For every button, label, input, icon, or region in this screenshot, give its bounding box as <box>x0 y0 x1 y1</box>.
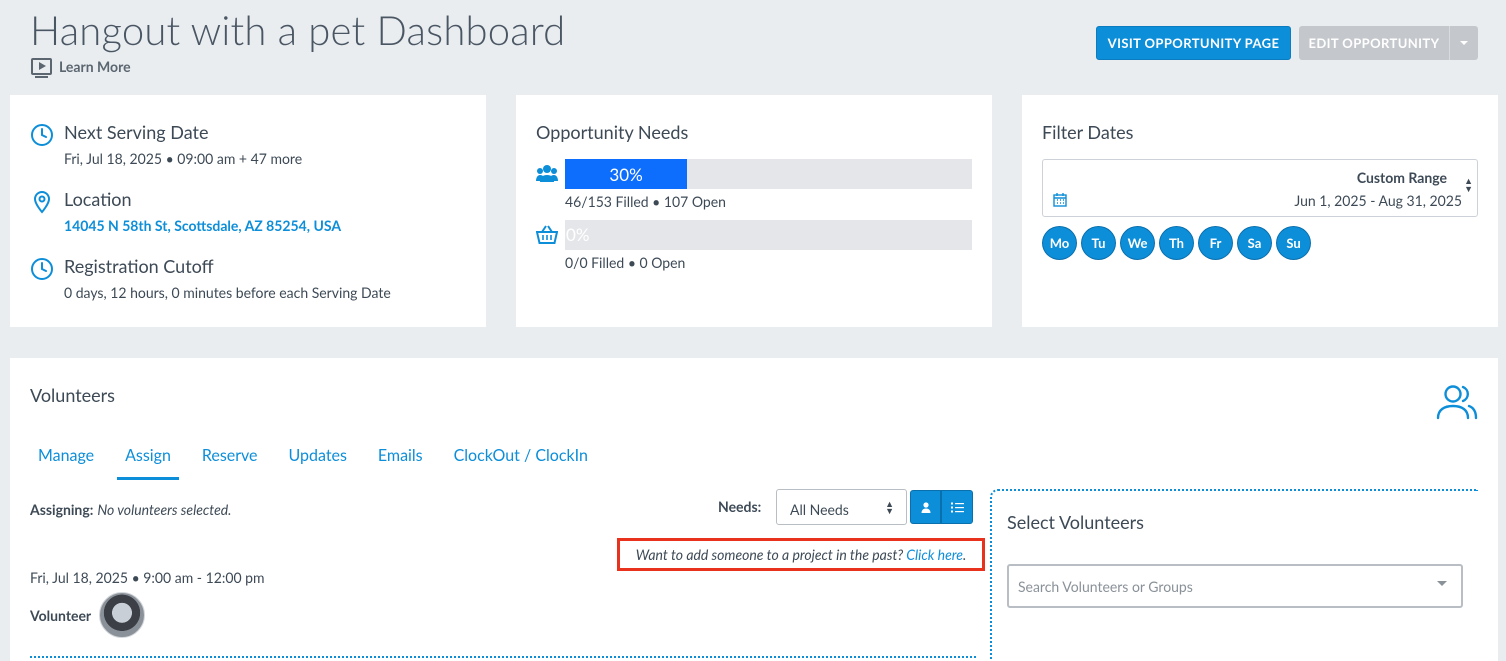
needs-label: Needs: <box>718 498 762 515</box>
volunteers-title: Volunteers <box>30 384 115 406</box>
cutoff-title: Registration Cutoff <box>64 255 214 277</box>
opportunity-info-card: Next Serving Date Fri, Jul 18, 2025 • 09… <box>10 95 486 327</box>
items-progress-label: 0% <box>566 224 590 245</box>
edit-opportunity-label: EDIT OPPORTUNITY <box>1308 35 1440 51</box>
chevron-down-icon[interactable] <box>1450 41 1478 45</box>
weekday-we-button[interactable]: We <box>1120 226 1155 260</box>
calendar-icon <box>1053 193 1067 207</box>
dotted-divider <box>30 656 976 658</box>
map-pin-icon <box>33 190 51 214</box>
volunteers-progress-fill: 30% <box>565 159 688 189</box>
search-volunteers-placeholder: Search Volunteers or Groups <box>1018 578 1193 595</box>
chevron-down-icon <box>1437 581 1447 586</box>
range-value: Jun 1, 2025 - Aug 31, 2025 <box>1294 192 1462 209</box>
play-video-icon <box>31 58 52 78</box>
avatar[interactable] <box>99 592 145 638</box>
page-title: Hangout with a pet Dashboard <box>30 6 566 54</box>
assigning-label: Assigning: <box>30 501 94 518</box>
past-project-period: . <box>963 546 967 563</box>
volunteer-tabs: Manage Assign Reserve Updates Emails ClockOut… <box>30 444 611 480</box>
weekday-sa-button[interactable]: Sa <box>1237 226 1272 260</box>
tab-assign[interactable]: Assign <box>117 444 179 480</box>
weekday-mo-button[interactable]: Mo <box>1042 226 1077 260</box>
filter-title: Filter Dates <box>1042 121 1134 143</box>
volunteers-progress-bar: 30% <box>565 159 972 189</box>
view-toggle <box>910 490 973 524</box>
location-link[interactable]: 14045 N 58th St, Scottsdale, AZ 85254, U… <box>64 217 341 234</box>
filter-dates-card: Filter Dates Custom Range Jun 1, 2025 - … <box>1022 95 1498 327</box>
visit-opportunity-button[interactable]: VISIT OPPORTUNITY PAGE <box>1096 26 1291 60</box>
cutoff-value: 0 days, 12 hours, 0 minutes before each … <box>64 284 391 301</box>
needs-select-value: All Needs <box>790 501 849 518</box>
clock-icon <box>31 124 53 146</box>
select-volunteers-panel: Select Volunteers Search Volunteers or G… <box>990 489 1478 661</box>
past-project-notice: Want to add someone to a project in the … <box>617 538 985 571</box>
needs-title: Opportunity Needs <box>536 121 689 143</box>
needs-select[interactable]: All Needs ▲ ▼ <box>776 489 907 525</box>
weekday-tu-button[interactable]: Tu <box>1081 226 1116 260</box>
users-outline-icon <box>1436 385 1478 420</box>
sort-arrows-icon: ▲ ▼ <box>1464 175 1473 194</box>
tab-clockout-clockin[interactable]: ClockOut / ClockIn <box>446 444 596 480</box>
next-serving-value: Fri, Jul 18, 2025 • 09:00 am + 47 more <box>64 150 303 167</box>
users-icon <box>536 165 558 182</box>
opportunity-needs-card: Opportunity Needs 30% 46/153 Filled • 10… <box>516 95 992 327</box>
list-icon <box>950 502 964 512</box>
tab-updates[interactable]: Updates <box>281 444 355 480</box>
next-serving-title: Next Serving Date <box>64 121 209 143</box>
person-icon <box>921 501 930 513</box>
select-volunteers-title: Select Volunteers <box>1007 511 1144 533</box>
weekday-su-button[interactable]: Su <box>1276 226 1311 260</box>
tab-emails[interactable]: Emails <box>370 444 431 480</box>
basket-icon <box>536 225 558 244</box>
learn-more-link[interactable]: Learn More <box>31 58 131 78</box>
list-view-button[interactable] <box>941 490 973 524</box>
click-here-link[interactable]: Click here <box>906 546 963 563</box>
items-need-summary: 0/0 Filled • 0 Open <box>565 254 686 271</box>
weekday-fr-button[interactable]: Fr <box>1198 226 1233 260</box>
location-title: Location <box>64 188 132 210</box>
date-range-select[interactable]: Custom Range Jun 1, 2025 - Aug 31, 2025 … <box>1042 159 1478 217</box>
person-view-button[interactable] <box>910 490 941 524</box>
weekday-th-button[interactable]: Th <box>1159 226 1194 260</box>
learn-more-label: Learn More <box>59 58 131 75</box>
clock-icon <box>31 258 53 280</box>
assigning-status: Assigning: No volunteers selected. <box>30 501 231 518</box>
edit-opportunity-button[interactable]: EDIT OPPORTUNITY <box>1299 26 1478 60</box>
range-type-label: Custom Range <box>1356 169 1447 186</box>
volunteers-need-summary: 46/153 Filled • 107 Open <box>565 193 726 210</box>
shift-date-line: Fri, Jul 18, 2025 • 9:00 am - 12:00 pm <box>30 569 265 586</box>
assigning-value: No volunteers selected. <box>97 501 232 518</box>
items-progress-bar: 0% <box>565 220 972 250</box>
past-project-text: Want to add someone to a project in the … <box>635 546 904 563</box>
volunteers-section: Volunteers Manage Assign Reserve Updates Ema… <box>10 358 1498 661</box>
weekday-filter: Mo Tu We Th Fr Sa Su <box>1042 226 1311 260</box>
search-volunteers-input[interactable]: Search Volunteers or Groups <box>1007 564 1463 608</box>
select-arrows-icon: ▲ ▼ <box>885 498 894 516</box>
tab-manage[interactable]: Manage <box>30 444 102 480</box>
volunteer-role-label: Volunteer <box>30 607 92 624</box>
tab-reserve[interactable]: Reserve <box>194 444 266 480</box>
